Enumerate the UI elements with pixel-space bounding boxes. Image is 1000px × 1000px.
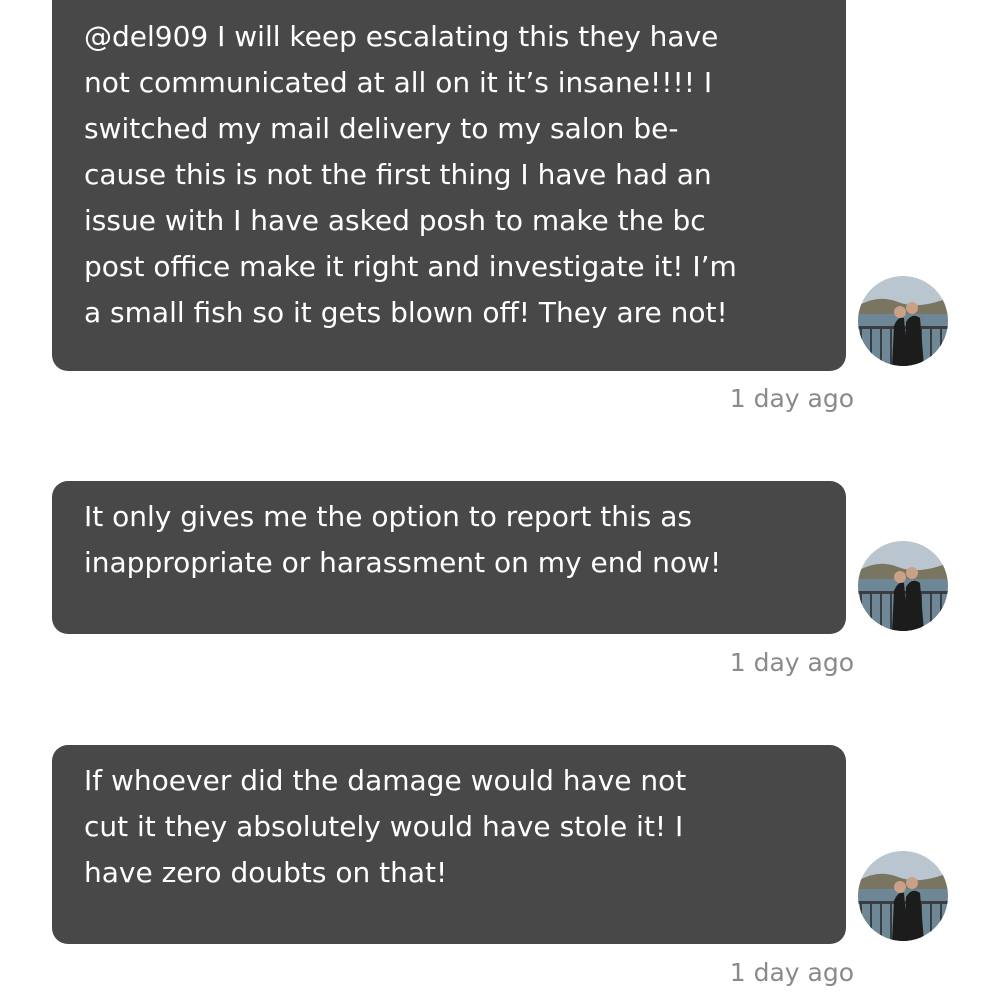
avatar-railing-post — [890, 901, 892, 941]
comment-bubble: If whoever did the damage would have not… — [52, 745, 846, 944]
avatar-head-right — [906, 877, 918, 889]
avatar-head-left — [894, 306, 906, 318]
comment-text-line: cause this is not the first thing I have… — [84, 158, 712, 191]
avatar-railing-post — [860, 326, 862, 366]
avatar-railing-post — [880, 591, 882, 631]
avatar-railing-post — [860, 591, 862, 631]
avatar-railing-post — [930, 591, 932, 631]
avatar-railing-post — [870, 591, 872, 631]
comment-text-line: post office make it right and investigat… — [84, 250, 737, 283]
comment-text-line: It only gives me the option to report th… — [84, 500, 692, 533]
avatar-railing-post — [930, 901, 932, 941]
avatar-railing-post — [940, 326, 942, 366]
avatar-head-left — [894, 881, 906, 893]
comment-bubble: @del909 I will keep escalating this they… — [52, 0, 846, 371]
user-avatar-photo-icon — [858, 276, 948, 366]
avatar-railing-post — [880, 326, 882, 366]
avatar-railing-post — [940, 901, 942, 941]
comment-text-line: cut it they absolutely would have stole … — [84, 810, 684, 843]
avatar-railing-post — [860, 901, 862, 941]
user-avatar[interactable] — [858, 851, 948, 941]
avatar-head-right — [906, 302, 918, 314]
user-avatar-photo-icon — [858, 541, 948, 631]
comment-text-line: switched my mail delivery to my salon be… — [84, 112, 679, 145]
comment-timestamp: 1 day ago — [729, 384, 854, 413]
comment-text-line: issue with I have asked posh to make the… — [84, 204, 706, 237]
comment-text-line: not communicated at all on it it’s insan… — [84, 66, 713, 99]
comment-timestamp: 1 day ago — [729, 648, 854, 677]
avatar-railing-post — [930, 326, 932, 366]
comment-text-line: @del909 I will keep escalating this they… — [84, 20, 719, 53]
avatar-railing-post — [890, 591, 892, 631]
avatar-railing-post — [890, 326, 892, 366]
avatar-railing-post — [870, 901, 872, 941]
comment-text-line: If whoever did the damage would have not — [84, 764, 687, 797]
comment-timestamp: 1 day ago — [729, 958, 854, 987]
comment-bubble: It only gives me the option to report th… — [52, 481, 846, 634]
comment-text-line: have zero doubts on that! — [84, 856, 448, 889]
avatar-railing-post — [940, 591, 942, 631]
comment-text-line: inappropriate or harassment on my end no… — [84, 546, 722, 579]
avatar-head-left — [894, 571, 906, 583]
comment-text-line: a small fish so it gets blown off! They … — [84, 296, 728, 329]
user-avatar-photo-icon — [858, 851, 948, 941]
avatar-railing-post — [880, 901, 882, 941]
avatar-railing-post — [870, 326, 872, 366]
user-avatar[interactable] — [858, 276, 948, 366]
user-avatar[interactable] — [858, 541, 948, 631]
avatar-head-right — [906, 567, 918, 579]
